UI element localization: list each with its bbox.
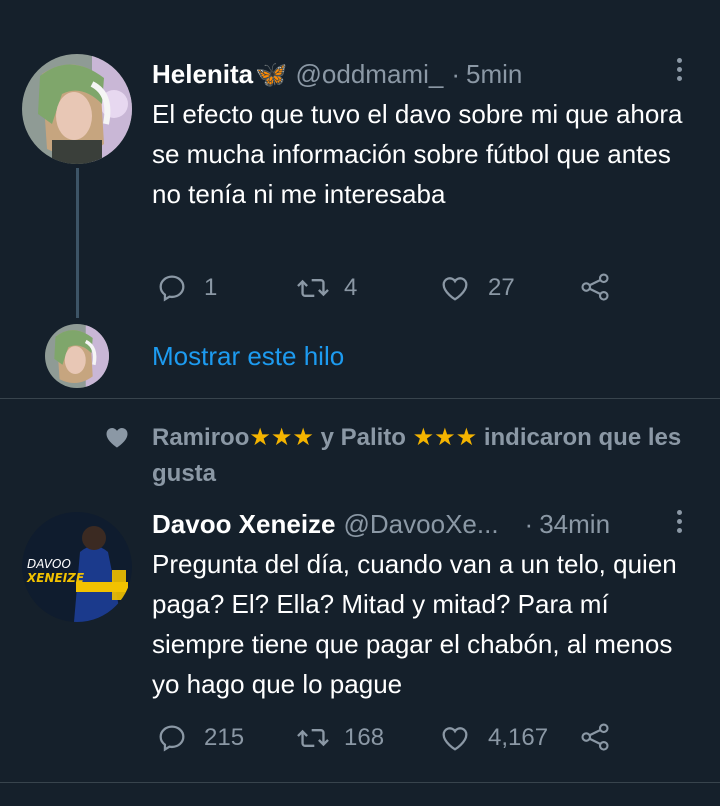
like-button[interactable]: 27	[438, 272, 515, 304]
share-icon	[581, 723, 609, 751]
reply-count: 1	[204, 274, 218, 301]
thread-avatar-image	[45, 324, 109, 388]
share-button[interactable]	[580, 722, 610, 752]
reply-count: 215	[204, 724, 245, 751]
tweet-text: El efecto que tuvo el davo sobre mi que …	[152, 99, 683, 209]
star-icons-1: ★★★	[249, 424, 314, 451]
share-button[interactable]	[580, 272, 610, 302]
retweet-count: 4	[344, 274, 358, 301]
tweet-helenita[interactable]: Helenita 🦋 @oddmami_ · 5min El efecto qu…	[0, 0, 720, 398]
butterfly-icon: 🦋	[255, 58, 288, 89]
like-count: 27	[488, 274, 515, 301]
avatar-davoo-image: DAVOO XENEIZE	[22, 512, 132, 622]
heart-icon	[442, 277, 468, 301]
more-options-icon[interactable]	[677, 58, 685, 85]
author-handle[interactable]: @DavooXe...	[344, 509, 499, 540]
avatar-helenita-image	[22, 54, 132, 164]
avatar-helenita[interactable]	[22, 54, 132, 164]
social-context[interactable]: Ramiroo★★★ y Palito ★★★ indicaron que le…	[152, 420, 692, 492]
show-thread-link[interactable]: Mostrar este hilo	[152, 341, 344, 372]
retweet-icon	[297, 278, 329, 298]
tweet-davoo[interactable]: DAVOO XENEIZE Davoo Xeneize @DavooXe... …	[0, 500, 720, 782]
tweet-time[interactable]: 34min	[539, 509, 610, 540]
reply-button[interactable]: 1	[156, 272, 217, 304]
retweet-button[interactable]: 4	[296, 272, 357, 304]
thread-line	[76, 168, 79, 318]
tweet-actions: 1 4 27	[156, 272, 626, 308]
retweet-icon	[297, 728, 329, 748]
separator-dot: ·	[451, 58, 460, 89]
tweet-text: Pregunta del día, cuando van a un telo, …	[152, 549, 677, 699]
liker-connector: y Palito	[313, 424, 413, 451]
author-name[interactable]: Davoo Xeneize	[152, 509, 336, 540]
share-icon	[581, 273, 609, 301]
author-name[interactable]: Helenita	[152, 59, 253, 90]
avatar-davoo[interactable]: DAVOO XENEIZE	[22, 512, 132, 622]
like-button[interactable]: 4,167	[438, 722, 548, 754]
liked-heart-icon	[102, 423, 132, 456]
reply-icon	[159, 275, 185, 302]
star-icons-2: ★★★	[412, 424, 478, 451]
like-count: 4,167	[488, 724, 549, 751]
tweet-time[interactable]: 5min	[466, 59, 522, 90]
avatar-text-line2: XENEIZE	[26, 571, 85, 585]
thread-avatar-helenita[interactable]	[45, 324, 109, 388]
tweet-actions: 215 168 4,167	[156, 722, 626, 758]
separator-dot: ·	[524, 508, 534, 539]
author-handle[interactable]: @oddmami_	[296, 59, 444, 90]
divider	[0, 398, 720, 399]
heart-icon	[442, 727, 468, 751]
retweet-button[interactable]: 168	[296, 722, 384, 754]
divider	[0, 782, 720, 783]
avatar-text-line1: DAVOO	[27, 557, 71, 571]
reply-button[interactable]: 215	[156, 722, 244, 754]
more-options-icon[interactable]	[677, 510, 685, 537]
liker-name-1: Ramiroo	[152, 424, 250, 451]
reply-icon	[159, 725, 185, 752]
tweet-header: Helenita 🦋 @oddmami_ · 5min	[152, 58, 522, 90]
retweet-count: 168	[344, 724, 385, 751]
tweet-header: Davoo Xeneize @DavooXe... · 34min	[152, 508, 610, 540]
